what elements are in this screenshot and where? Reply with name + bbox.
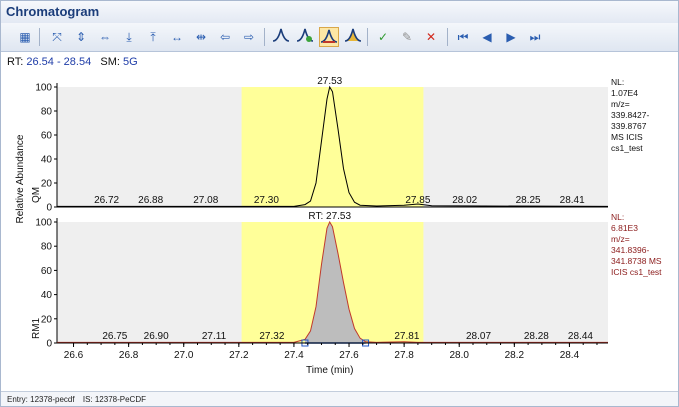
x-tick-label: 28.2 <box>505 350 525 361</box>
x-tick-label: 28.4 <box>560 350 580 361</box>
x-tick-label: 27.6 <box>339 350 359 361</box>
nl-info-line: 6.81E3 <box>611 223 638 233</box>
y-tick-label: 20 <box>41 314 53 325</box>
peak-annotation: 27.08 <box>193 195 218 206</box>
y-tick-label: 60 <box>41 131 53 142</box>
y-tick-label: 80 <box>41 242 53 253</box>
x-tick-label: 27.8 <box>394 350 414 361</box>
toolbar-separator <box>447 28 448 46</box>
toolbar-separator <box>39 28 40 46</box>
peak-edit-icon[interactable] <box>343 27 363 47</box>
arrow-up-icon[interactable]: ⤒ <box>143 27 163 47</box>
is-label: IS: 12378-PeCDF <box>82 395 146 404</box>
check-icon[interactable]: ✓ <box>373 27 393 47</box>
previous-icon[interactable]: ◀ <box>477 27 497 47</box>
last-icon[interactable]: ⏭ <box>525 27 545 47</box>
chromatogram-window: Chromatogram ▦ ⤧ ⇕ ⇔ ⤓ ⤒ ↔ ⇹ ⇦ ⇨ ✓ ✎ ✕ ⏮… <box>0 0 679 407</box>
chromatogram-chart[interactable]: 0 20 40 60 80 100 27.53 26.72 26.88 27.08 27.30 27.… <box>1 69 678 391</box>
peak-annotation: 28.28 <box>524 331 549 342</box>
y-tick-label: 100 <box>35 218 52 229</box>
x-tick-label: 28.0 <box>449 350 469 361</box>
peak-add-icon[interactable] <box>295 27 315 47</box>
peak-annotation: 27.32 <box>259 331 284 342</box>
nl-info-line: NL: <box>611 212 624 222</box>
panel-name: RM1 <box>31 317 42 339</box>
window-title: Chromatogram <box>1 1 678 23</box>
next-icon[interactable]: ▶ <box>501 27 521 47</box>
nl-info-line: 341.8738 MS <box>611 256 662 266</box>
y-tick-label: 40 <box>41 290 53 301</box>
sm-label: SM: <box>100 56 120 68</box>
rt-label: RT: <box>7 56 24 68</box>
cancel-icon[interactable]: ✕ <box>421 27 441 47</box>
peak-annotation: 27.30 <box>254 195 279 206</box>
x-tick-label: 26.8 <box>119 350 139 361</box>
peak-label: 27.53 <box>317 76 342 87</box>
status-bar: Entry: 12378-pecdf IS: 12378-PeCDF <box>1 391 678 406</box>
peak-annotation: 28.07 <box>466 331 491 342</box>
zoom-y-icon[interactable]: ⇕ <box>71 27 91 47</box>
rt-value: 26.54 - 28.54 <box>26 56 92 68</box>
y-tick-label: 80 <box>41 107 53 118</box>
panel-name: QM <box>31 187 42 203</box>
entry-label: Entry: 12378-pecdf <box>7 395 75 404</box>
nl-info-line: m/z= <box>611 99 630 109</box>
x-axis-label: Time (min) <box>306 365 353 376</box>
y-tick-label: 40 <box>41 155 53 166</box>
nl-info-line: 1.07E4 <box>611 88 638 98</box>
highlight-region <box>241 87 424 207</box>
first-icon[interactable]: ⏮ <box>453 27 473 47</box>
rt-range-bar: RT: 26.54 - 28.54 SM: 5G <box>1 54 138 70</box>
y-axis-label: Relative Abundance <box>15 134 26 223</box>
nl-info-line: cs1_test <box>611 143 643 153</box>
peak-label: RT: 27.53 <box>308 211 351 222</box>
sm-value: 5G <box>123 56 138 68</box>
x-tick-label: 27.0 <box>174 350 194 361</box>
peak-annotation: 28.41 <box>560 195 585 206</box>
arrow-down-icon[interactable]: ⤓ <box>119 27 139 47</box>
peak-annotation: 26.88 <box>138 195 163 206</box>
y-tick-label: 0 <box>46 203 52 214</box>
peak-annotation: 28.25 <box>516 195 541 206</box>
zoom-fit-icon[interactable]: ⤧ <box>47 27 67 47</box>
nl-info-line: m/z= <box>611 234 630 244</box>
grid-icon[interactable]: ▦ <box>15 27 35 47</box>
peak-annotation: 28.02 <box>452 195 477 206</box>
x-tick-label: 27.2 <box>229 350 249 361</box>
nl-info-line: MS ICIS <box>611 132 643 142</box>
x-tick-label: 26.6 <box>64 350 84 361</box>
compress-x-icon[interactable]: ⇹ <box>191 27 211 47</box>
peak-annotation: 27.11 <box>202 331 227 342</box>
toolbar: ▦ ⤧ ⇕ ⇔ ⤓ ⤒ ↔ ⇹ ⇦ ⇨ ✓ ✎ ✕ ⏮ ◀ ▶ ⏭ <box>1 23 678 52</box>
toolbar-separator <box>264 28 265 46</box>
arrow-left-icon[interactable]: ⇦ <box>215 27 235 47</box>
nl-info-line: NL: <box>611 77 624 87</box>
expand-x-icon[interactable]: ↔ <box>167 27 187 47</box>
peak-annotation: 28.44 <box>568 331 593 342</box>
peak-annotation: 27.85 <box>405 195 430 206</box>
y-tick-label: 20 <box>41 179 53 190</box>
peak-icon[interactable] <box>271 27 291 47</box>
toolbar-separator <box>367 28 368 46</box>
y-tick-label: 100 <box>35 83 52 94</box>
x-tick-label: 27.4 <box>284 350 304 361</box>
y-tick-label: 0 <box>46 339 52 350</box>
nl-info-line: 339.8767 <box>611 121 647 131</box>
nl-info-line: 339.8427- <box>611 110 649 120</box>
y-tick-label: 60 <box>41 266 53 277</box>
peak-annotation: 26.75 <box>102 331 127 342</box>
pen-icon[interactable]: ✎ <box>397 27 417 47</box>
zoom-x-icon[interactable]: ⇔ <box>95 27 115 47</box>
peak-annotation: 26.72 <box>94 195 119 206</box>
peak-select-icon[interactable] <box>319 27 339 47</box>
arrow-right-icon[interactable]: ⇨ <box>239 27 259 47</box>
nl-info-line: 341.8396- <box>611 245 649 255</box>
peak-annotation: 27.81 <box>394 331 419 342</box>
nl-info-line: ICIS cs1_test <box>611 267 662 277</box>
peak-annotation: 26.90 <box>144 331 169 342</box>
